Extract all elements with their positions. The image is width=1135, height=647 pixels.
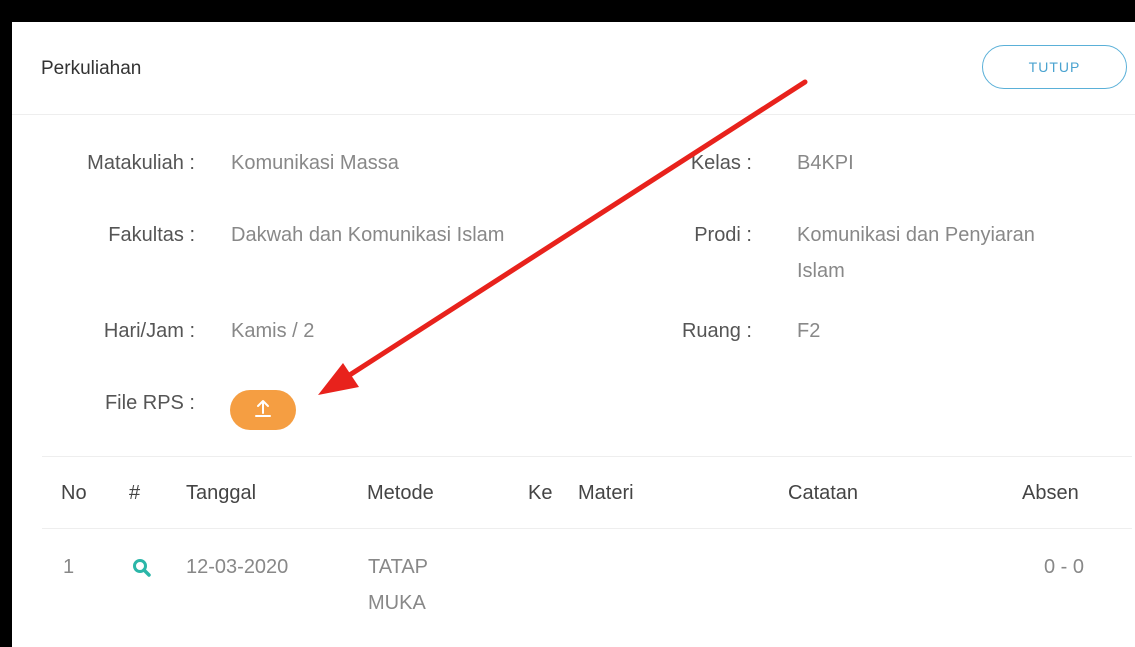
ruang-value: F2 xyxy=(797,320,821,342)
filerps-label: File RPS : xyxy=(104,392,195,414)
table-header-divider xyxy=(42,528,1132,529)
col-header-no: No xyxy=(61,482,87,504)
prodi-value-line1: Komunikasi dan Penyiaran xyxy=(797,224,1035,246)
fakultas-label: Fakultas : xyxy=(108,224,195,246)
kelas-value: B4KPI xyxy=(797,152,854,174)
matakuliah-label: Matakuliah : xyxy=(87,152,195,174)
matakuliah-value: Komunikasi Massa xyxy=(231,152,399,174)
upload-icon xyxy=(252,397,274,424)
col-header-absen: Absen xyxy=(1022,482,1079,504)
col-header-metode: Metode xyxy=(367,482,434,504)
cell-metode-line1: TATAP xyxy=(368,556,428,578)
col-header-ke: Ke xyxy=(528,482,553,504)
cell-metode-line2: MUKA xyxy=(368,592,426,614)
col-header-materi: Materi xyxy=(578,482,634,504)
col-header-hash: # xyxy=(129,482,141,504)
cell-absen: 0 - 0 xyxy=(1044,556,1085,578)
col-header-tanggal: Tanggal xyxy=(186,482,257,504)
lecture-panel: Perkuliahan TUTUP Matakuliah : Komunikas… xyxy=(12,22,1135,647)
ruang-label: Ruang : xyxy=(681,320,752,342)
cell-tanggal: 12-03-2020 xyxy=(186,556,289,578)
fakultas-value: Dakwah dan Komunikasi Islam xyxy=(231,224,505,246)
kelas-label: Kelas : xyxy=(690,152,752,174)
close-button[interactable]: TUTUP xyxy=(982,45,1127,89)
page-title: Perkuliahan xyxy=(41,58,142,79)
prodi-value-line2: Islam xyxy=(797,260,845,282)
harijam-label: Hari/Jam : xyxy=(103,320,195,342)
section-divider xyxy=(42,456,1132,457)
prodi-label: Prodi : xyxy=(694,224,752,246)
cell-no: 1 xyxy=(63,556,75,578)
col-header-catatan: Catatan xyxy=(788,482,859,504)
upload-rps-button[interactable] xyxy=(230,390,296,430)
search-icon[interactable] xyxy=(132,550,152,584)
panel-header: Perkuliahan TUTUP xyxy=(12,22,1135,115)
harijam-value: Kamis / 2 xyxy=(231,320,315,342)
